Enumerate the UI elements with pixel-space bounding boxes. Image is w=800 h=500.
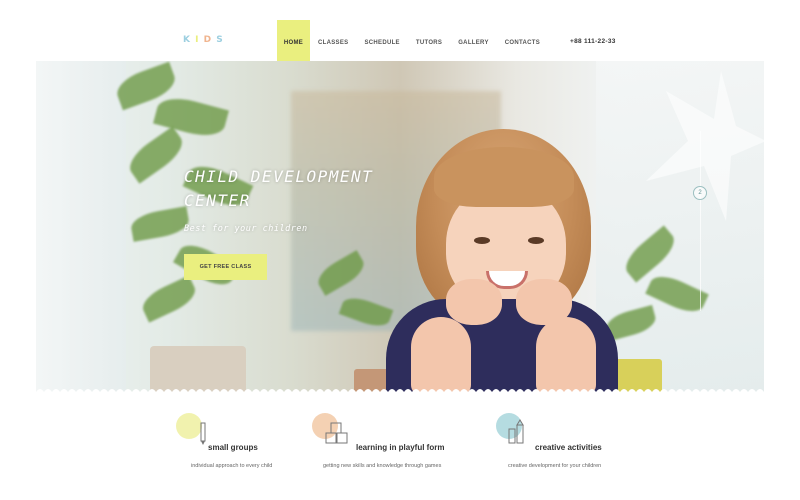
features-section: small groups individual approach to ever… <box>0 405 800 500</box>
nav-item-classes[interactable]: CLASSES <box>310 20 356 66</box>
logo-letter: S <box>216 35 224 45</box>
paints-icon <box>508 419 524 444</box>
feature-description: getting new skills and knowledge through… <box>323 463 442 469</box>
hero-title: CHILD DEVELOPMENT CENTER <box>184 165 424 213</box>
site-header: K I D S HOME CLASSES SCHEDULE TUTORS GAL… <box>0 0 800 66</box>
hero-banner: CHILD DEVELOPMENT CENTER Best for your c… <box>36 61 764 395</box>
feature-title: learning in playful form <box>356 443 445 452</box>
feature-description: individual approach to every child <box>191 463 273 469</box>
feature-small-groups: small groups individual approach to ever… <box>176 413 326 493</box>
feature-learning-playful: learning in playful form getting new ski… <box>308 413 458 493</box>
nav-item-tutors[interactable]: TUTORS <box>408 20 450 66</box>
blocks-icon <box>325 422 348 444</box>
site-logo[interactable]: K I D S <box>183 35 224 45</box>
phone-number[interactable]: +88 111-22-33 <box>570 38 616 45</box>
hero-title-line: CENTER <box>184 191 251 210</box>
logo-letter: D <box>203 35 213 45</box>
logo-letter: I <box>195 35 200 45</box>
slider-track <box>700 131 701 311</box>
hero-subtitle: Best for your children <box>184 224 308 234</box>
wave-divider <box>36 389 764 398</box>
feature-title: small groups <box>208 443 258 452</box>
get-free-class-button[interactable]: GET FREE CLASS <box>184 254 267 280</box>
nav-item-home[interactable]: HOME <box>277 20 310 66</box>
logo-letter: K <box>183 35 191 45</box>
feature-title: creative activities <box>535 443 602 452</box>
main-nav: HOME CLASSES SCHEDULE TUTORS GALLERY CON… <box>277 20 548 66</box>
feature-description: creative development for your children <box>508 463 602 469</box>
nav-item-schedule[interactable]: SCHEDULE <box>356 20 407 66</box>
nav-item-gallery[interactable]: GALLERY <box>450 20 497 66</box>
hero-title-line: CHILD DEVELOPMENT <box>184 167 374 186</box>
slider-indicator[interactable]: 2 <box>693 186 707 200</box>
feature-creative-activities: creative activities creative development… <box>493 413 643 493</box>
nav-item-contacts[interactable]: CONTACTS <box>497 20 548 66</box>
hero-background-wall <box>36 61 126 395</box>
